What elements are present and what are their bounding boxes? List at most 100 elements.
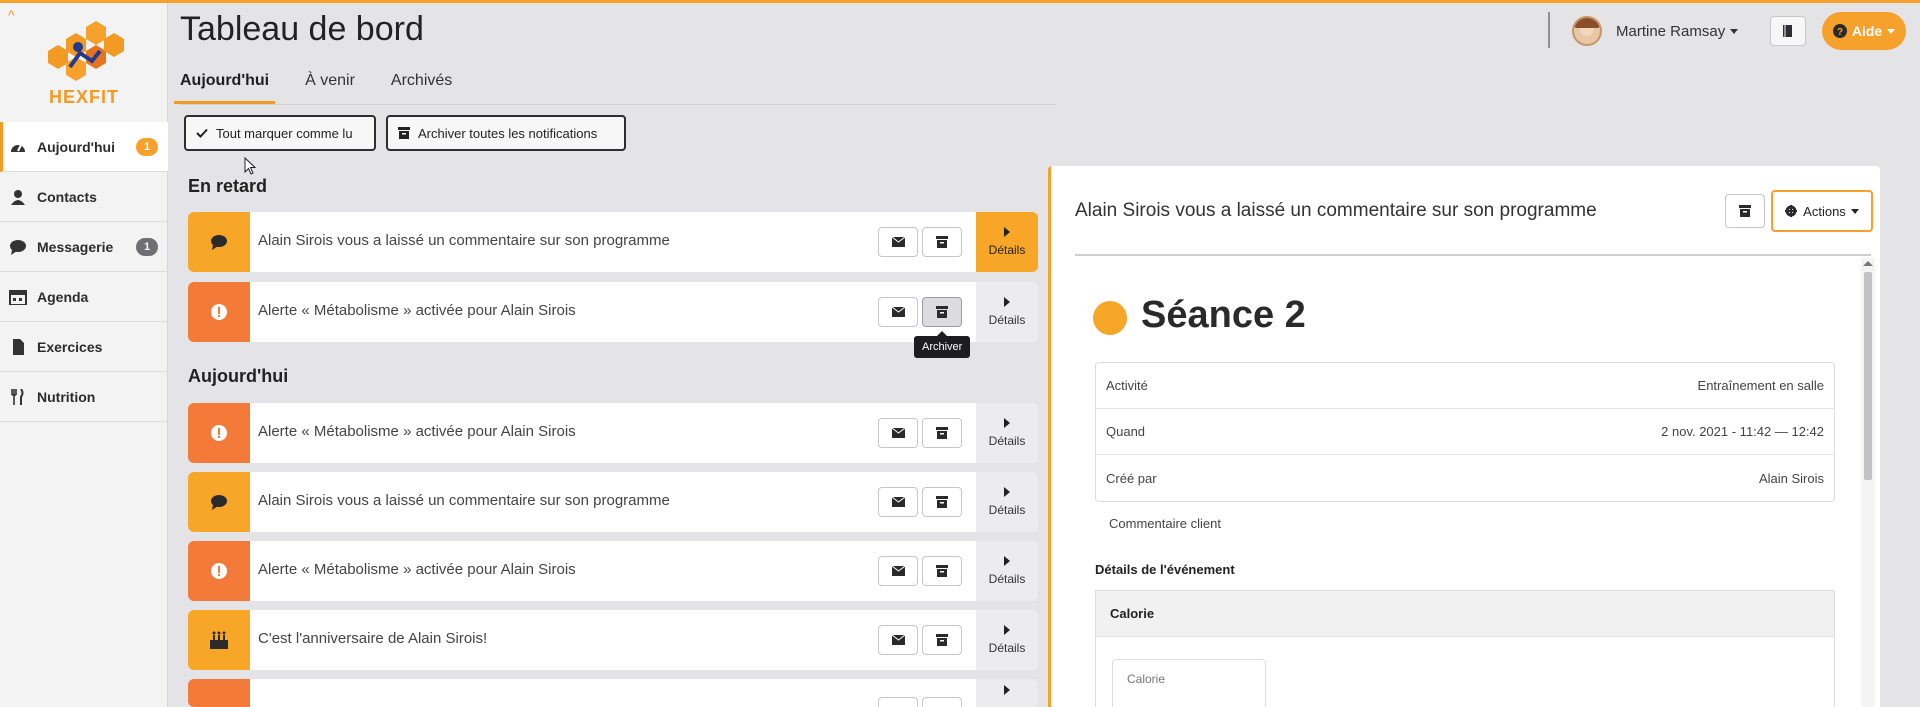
archive-icon xyxy=(936,236,948,248)
archive-button[interactable] xyxy=(922,227,962,257)
envelope-icon xyxy=(891,307,905,317)
mark-read-button[interactable] xyxy=(878,697,918,707)
notification-item[interactable]: Alain Sirois vous a laissé un commentair… xyxy=(188,472,1038,532)
sidebar-item-exercices[interactable]: Exercices xyxy=(0,322,168,372)
exclamation-icon xyxy=(211,304,227,320)
archive-icon xyxy=(936,634,948,646)
user-menu[interactable]: Martine Ramsay xyxy=(1572,16,1739,46)
mark-read-button[interactable] xyxy=(878,227,918,257)
details-button[interactable]: Détails xyxy=(976,541,1038,601)
tab-a-venir[interactable]: À venir xyxy=(305,64,355,104)
caret-right-icon xyxy=(1004,556,1010,566)
notification-item[interactable]: Alerte « Métabolisme » activée pour Alai… xyxy=(188,403,1038,463)
archive-icon xyxy=(398,127,410,139)
sidebar-item-aujourdhui[interactable]: Aujourd'hui 1 xyxy=(0,122,168,172)
tabs-divider xyxy=(180,104,1056,105)
svg-text:?: ? xyxy=(1837,27,1843,38)
panel-archive-button[interactable] xyxy=(1725,194,1765,228)
table-row: Quand 2 nov. 2021 - 11:42 — 12:42 xyxy=(1096,409,1834,455)
row-value: Entraînement en salle xyxy=(1697,378,1824,393)
sidebar-item-label: Messagerie xyxy=(37,238,114,255)
details-button[interactable]: Détails xyxy=(976,212,1038,272)
notification-item[interactable]: Alerte « Métabolisme » activée pour Alai… xyxy=(188,282,1038,342)
archive-button[interactable] xyxy=(922,697,962,707)
mark-read-button[interactable] xyxy=(878,556,918,586)
caret-right-icon xyxy=(1004,487,1010,497)
archive-all-button[interactable]: Archiver toutes les notifications xyxy=(386,115,626,151)
notification-type-badge xyxy=(188,610,250,670)
mouse-cursor-icon xyxy=(244,157,256,175)
calorie-section: Calorie Calorie xyxy=(1095,590,1835,707)
dashboard-icon xyxy=(11,144,25,152)
caret-right-icon xyxy=(1004,418,1010,428)
section-title-today: Aujourd'hui xyxy=(188,366,289,386)
details-label: Détails xyxy=(988,572,1026,586)
details-label: Détails xyxy=(988,434,1026,448)
row-value: 2 nov. 2021 - 11:42 — 12:42 xyxy=(1661,424,1824,439)
caret-right-icon xyxy=(1004,685,1010,695)
details-button[interactable]: Détails xyxy=(976,403,1038,463)
scroll-up-icon[interactable] xyxy=(1863,261,1873,266)
notification-detail-panel: Alain Sirois vous a laissé un commentair… xyxy=(1048,166,1880,707)
archive-button[interactable] xyxy=(922,625,962,655)
comment-icon xyxy=(211,235,227,250)
mark-all-read-label: Tout marquer comme lu xyxy=(216,125,353,141)
envelope-icon xyxy=(891,635,905,645)
logo[interactable]: HEXFIT xyxy=(0,21,168,117)
details-label: Détails xyxy=(988,641,1026,655)
details-button[interactable]: Détails xyxy=(976,282,1038,342)
mark-read-button[interactable] xyxy=(878,625,918,655)
sidebar-item-label: Aujourd'hui xyxy=(37,138,115,155)
scrollbar-thumb[interactable] xyxy=(1864,272,1872,480)
calendar-icon xyxy=(9,289,27,305)
notification-item[interactable] xyxy=(188,679,1038,707)
row-label: Quand xyxy=(1106,424,1146,439)
user-icon xyxy=(11,189,25,205)
sidebar-item-label: Contacts xyxy=(37,188,97,205)
caret-right-icon xyxy=(1004,297,1010,307)
notification-item[interactable]: Alerte « Métabolisme » activée pour Alai… xyxy=(188,541,1038,601)
archive-button[interactable] xyxy=(922,487,962,517)
sidebar-item-contacts[interactable]: Contacts xyxy=(0,172,168,222)
archive-button[interactable] xyxy=(922,297,962,327)
hexfit-logo-icon xyxy=(48,21,124,81)
user-name: Martine Ramsay xyxy=(1616,22,1726,40)
notification-type-badge xyxy=(188,282,250,342)
avatar xyxy=(1572,16,1602,46)
sidebar-nav: Aujourd'hui 1 Contacts Messagerie 1 Agen… xyxy=(0,122,168,422)
mark-read-button[interactable] xyxy=(878,418,918,448)
details-button[interactable]: Détails xyxy=(976,610,1038,670)
envelope-icon xyxy=(891,497,905,507)
tab-bar: Aujourd'hui À venir Archivés xyxy=(173,64,488,104)
notification-item[interactable]: C'est l'anniversaire de Alain Sirois! Dé… xyxy=(188,610,1038,670)
details-button[interactable] xyxy=(976,679,1038,707)
sidebar-badge: 1 xyxy=(136,238,158,256)
archive-button[interactable] xyxy=(922,556,962,586)
panel-divider xyxy=(1075,254,1871,256)
tab-archives[interactable]: Archivés xyxy=(391,64,452,104)
archive-button[interactable] xyxy=(922,418,962,448)
archive-icon xyxy=(936,496,948,508)
mark-read-button[interactable] xyxy=(878,487,918,517)
section-title-late: En retard xyxy=(188,176,268,196)
sidebar-item-nutrition[interactable]: Nutrition xyxy=(0,372,168,422)
chevron-down-icon xyxy=(1887,28,1896,34)
details-button[interactable]: Détails xyxy=(976,472,1038,532)
mark-all-read-button[interactable]: Tout marquer comme lu xyxy=(184,115,376,151)
row-label: Activité xyxy=(1106,378,1148,393)
actions-dropdown-button[interactable]: Actions xyxy=(1771,190,1873,232)
sidebar-item-messagerie[interactable]: Messagerie 1 xyxy=(0,222,168,272)
sidebar-item-agenda[interactable]: Agenda xyxy=(0,272,168,322)
tab-aujourdhui[interactable]: Aujourd'hui xyxy=(173,64,276,104)
help-button[interactable]: ? Aide xyxy=(1822,12,1906,50)
calorie-card: Calorie xyxy=(1112,659,1266,707)
panel-title: Alain Sirois vous a laissé un commentair… xyxy=(1075,200,1597,221)
help-label: Aide xyxy=(1851,23,1883,39)
notebook-button[interactable] xyxy=(1770,16,1806,46)
details-label: Détails xyxy=(988,503,1026,517)
calorie-header: Calorie xyxy=(1096,591,1834,637)
mark-read-button[interactable] xyxy=(878,297,918,327)
notification-text: Alerte « Métabolisme » activée pour Alai… xyxy=(258,423,576,440)
notification-item[interactable]: Alain Sirois vous a laissé un commentair… xyxy=(188,212,1038,272)
notification-type-badge xyxy=(188,472,250,532)
